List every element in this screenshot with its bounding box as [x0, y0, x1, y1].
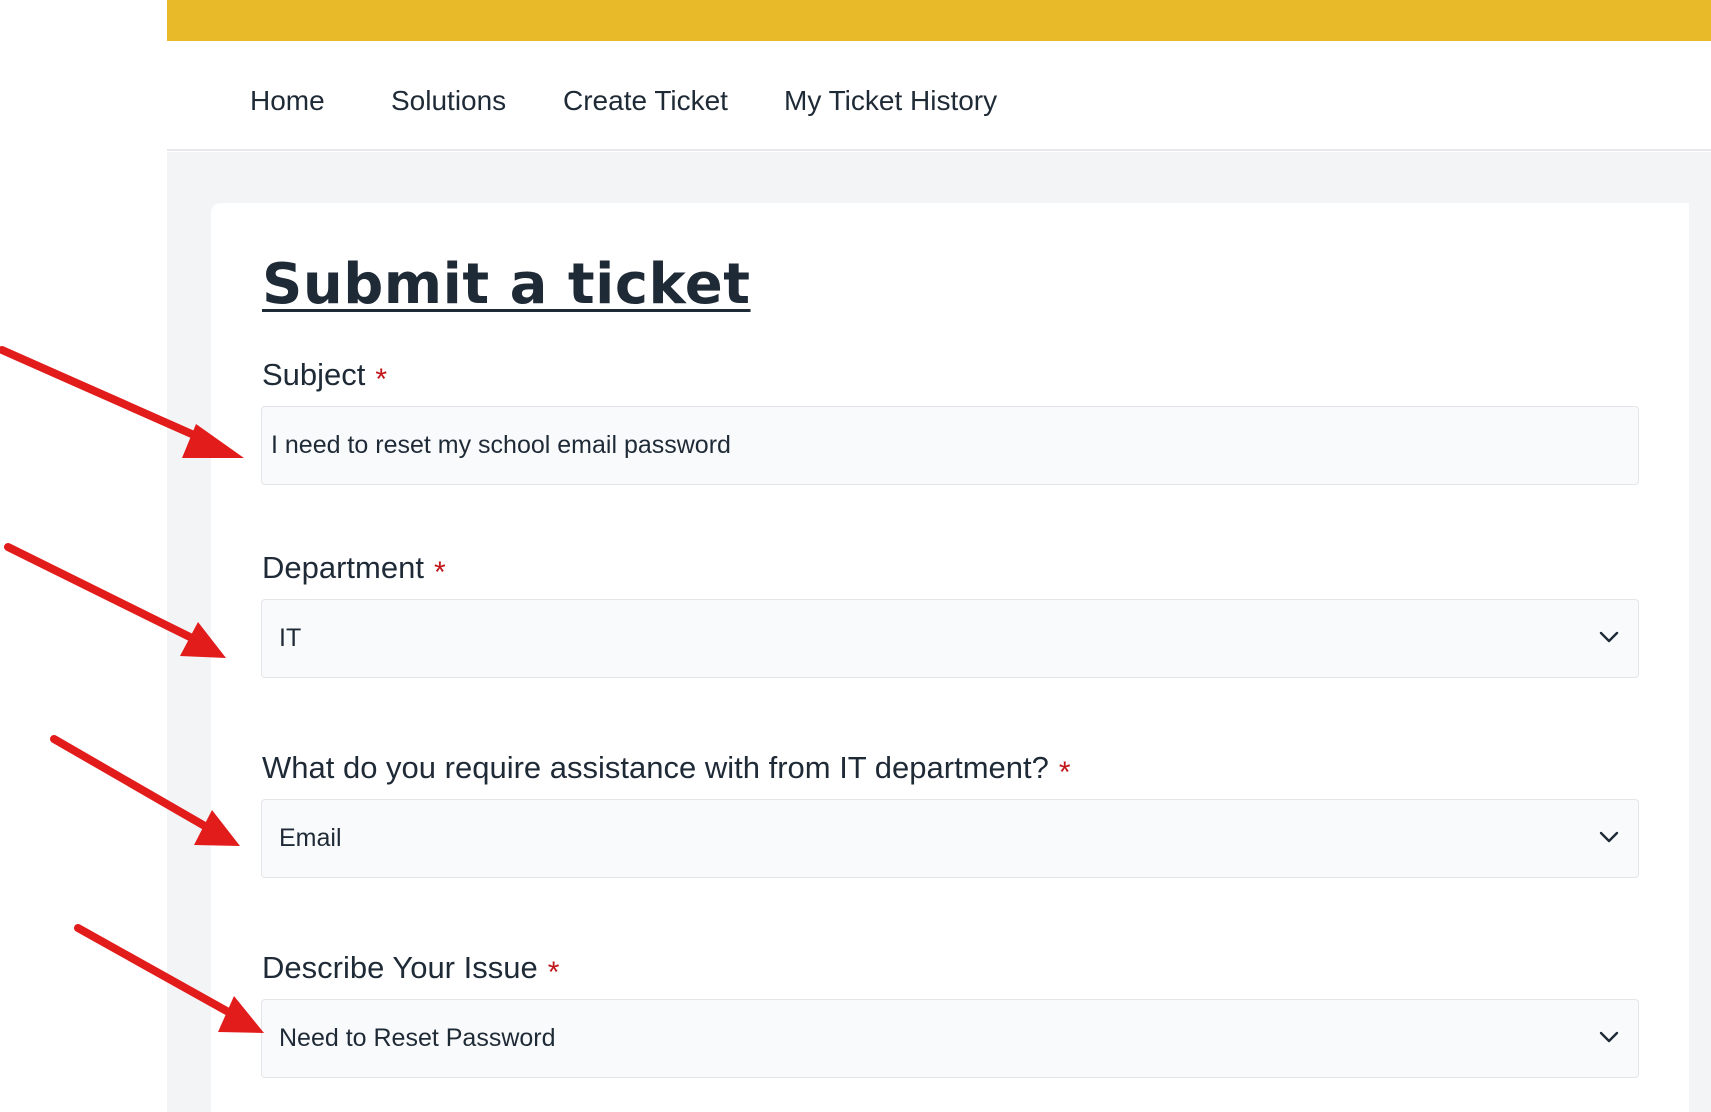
red-arrow-icon	[4, 543, 226, 658]
red-arrow-icon	[50, 735, 240, 846]
red-arrow-icon	[0, 346, 244, 458]
red-arrow-icon	[74, 924, 264, 1033]
annotation-arrows	[0, 346, 264, 1033]
